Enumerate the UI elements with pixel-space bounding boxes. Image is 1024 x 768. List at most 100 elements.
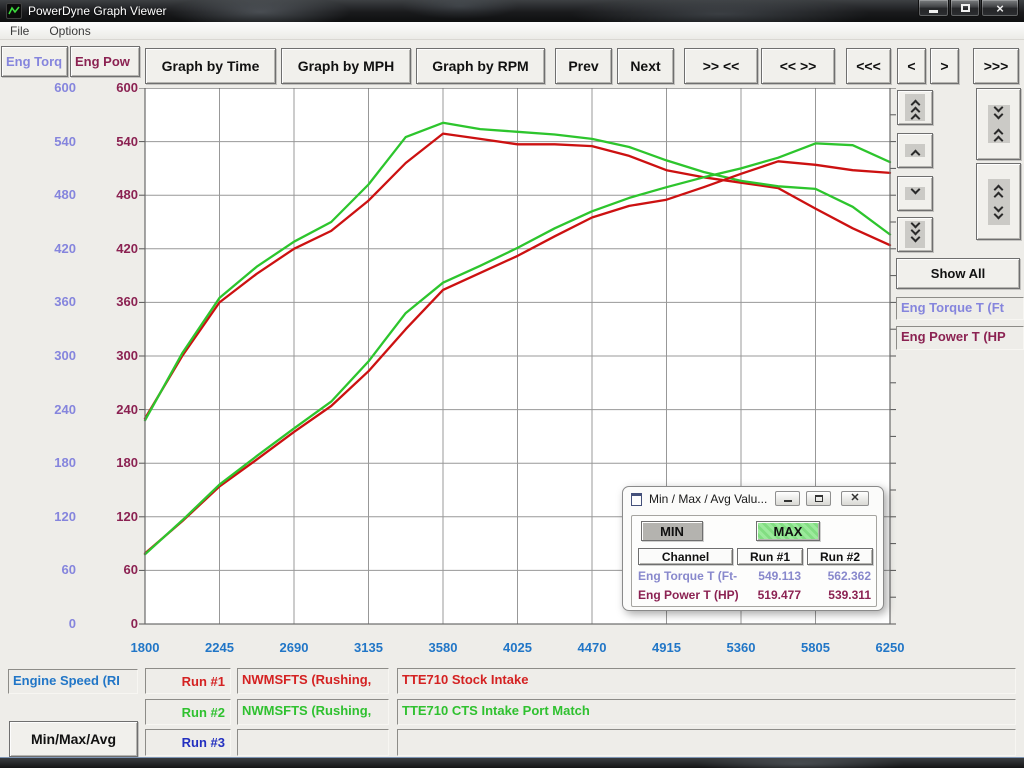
power-tick-label: 240 — [82, 402, 138, 418]
rpm-tick-label: 4915 — [652, 640, 681, 656]
rpm-tick-label: 4025 — [503, 640, 532, 656]
power-tick-label: 120 — [82, 509, 138, 525]
maximize-button[interactable] — [950, 0, 980, 17]
y-scale-down-button[interactable] — [897, 176, 933, 211]
power-tick-label: 360 — [82, 294, 138, 310]
x-channel-box[interactable]: Engine Speed (RI — [8, 669, 138, 694]
popup-power-run2-value: 539.311 — [805, 588, 871, 602]
rpm-tick-label: 5805 — [801, 640, 830, 656]
legend-power-channel[interactable]: Eng Power T (HP — [896, 326, 1024, 350]
y-axis-channel-power-button[interactable]: Eng Pow — [70, 46, 140, 77]
popup-title: Min / Max / Avg Valu... — [649, 492, 767, 506]
powerdyne-window: PowerDyne Graph Viewer × File Options En… — [0, 0, 1024, 768]
y-compress-button[interactable] — [976, 88, 1021, 160]
y-axis-channel-torque-button[interactable]: Eng Torq — [1, 46, 68, 77]
power-tick-label: 540 — [82, 134, 138, 150]
scroll-right-fast-button[interactable]: >>> — [973, 48, 1019, 84]
run1-label: Run #1 — [145, 668, 231, 694]
y-scale-up-button[interactable] — [897, 133, 933, 168]
power-tick-label: 0 — [82, 616, 138, 632]
minimize-button[interactable] — [918, 0, 949, 17]
legend-torque-text: Eng Torque T (Ft — [901, 300, 1004, 315]
legend-torque-channel[interactable]: Eng Torque T (Ft — [896, 297, 1024, 320]
graph-by-rpm-button[interactable]: Graph by RPM — [416, 48, 545, 84]
rpm-tick-label: 4470 — [578, 640, 607, 656]
popup-column-run2[interactable]: Run #2 — [807, 548, 873, 565]
rpm-tick-label: 3580 — [429, 640, 458, 656]
app-icon — [6, 3, 22, 19]
triple-chevron-up-icon — [905, 94, 925, 121]
torque-tick-label: 540 — [0, 134, 76, 150]
close-button[interactable]: × — [981, 0, 1019, 17]
torque-tick-label: 120 — [0, 509, 76, 525]
minmax-popup-window[interactable]: Min / Max / Avg Valu... ✕ MIN MAX Channe… — [622, 486, 884, 611]
minmaxavg-button[interactable]: Min/Max/Avg — [9, 721, 138, 757]
torque-tick-label: 300 — [0, 348, 76, 364]
title-bar[interactable]: PowerDyne Graph Viewer × — [0, 0, 1024, 22]
torque-tick-label: 240 — [0, 402, 76, 418]
x-channel-label: Engine Speed (RI — [13, 673, 120, 688]
menu-file[interactable]: File — [0, 24, 39, 38]
run2-comment-box[interactable]: NWMSFTS (Rushing, — [237, 699, 389, 725]
triple-chevron-down-icon — [905, 221, 925, 248]
power-tick-label: 300 — [82, 348, 138, 364]
run2-comment: NWMSFTS (Rushing, — [242, 703, 371, 718]
rpm-tick-label: 5360 — [727, 640, 756, 656]
run3-description-box[interactable] — [397, 729, 1016, 756]
window-title: PowerDyne Graph Viewer — [28, 4, 167, 18]
prev-button[interactable]: Prev — [555, 48, 612, 84]
run2-description-box[interactable]: TTE710 CTS Intake Port Match — [397, 699, 1016, 725]
show-all-button[interactable]: Show All — [896, 258, 1020, 289]
graph-by-time-button[interactable]: Graph by Time — [145, 48, 276, 84]
run3-label: Run #3 — [145, 729, 231, 756]
rpm-tick-label: 3135 — [354, 640, 383, 656]
zoom-in-x-button[interactable]: >> << — [684, 48, 758, 84]
popup-close-icon: ✕ — [850, 492, 859, 505]
window-bottom-border — [0, 757, 1024, 768]
power-tick-label: 600 — [82, 80, 138, 96]
zoom-out-x-button[interactable]: << >> — [761, 48, 835, 84]
torque-channel-label: Eng Torq — [6, 54, 62, 69]
run2-description: TTE710 CTS Intake Port Match — [402, 703, 590, 718]
close-icon: × — [996, 1, 1004, 16]
power-tick-label: 480 — [82, 187, 138, 203]
rpm-tick-label: 1800 — [131, 640, 160, 656]
popup-maximize-button[interactable] — [806, 491, 831, 506]
run2-label: Run #2 — [145, 699, 231, 725]
next-button[interactable]: Next — [617, 48, 674, 84]
popup-column-channel[interactable]: Channel — [638, 548, 733, 565]
torque-tick-label: 600 — [0, 80, 76, 96]
scroll-left-fast-button[interactable]: <<< — [846, 48, 891, 84]
expand-chevrons-icon — [988, 179, 1010, 225]
popup-torque-run1-value: 549.113 — [735, 569, 801, 583]
popup-close-button[interactable]: ✕ — [841, 491, 869, 506]
popup-power-run1-value: 519.477 — [735, 588, 801, 602]
maximize-icon — [961, 4, 970, 12]
run1-description: TTE710 Stock Intake — [402, 672, 528, 687]
y-expand-button[interactable] — [976, 163, 1021, 240]
max-toggle-button[interactable]: MAX — [756, 521, 820, 541]
popup-minimize-button[interactable] — [775, 491, 800, 506]
power-tick-label: 60 — [82, 562, 138, 578]
y-scale-down-fast-button[interactable] — [897, 217, 933, 252]
power-channel-label: Eng Pow — [75, 54, 130, 69]
scroll-left-button[interactable]: < — [897, 48, 926, 84]
chevron-down-icon — [905, 187, 925, 200]
rpm-tick-label: 2690 — [280, 640, 309, 656]
scroll-right-button[interactable]: > — [930, 48, 959, 84]
popup-column-run1[interactable]: Run #1 — [737, 548, 803, 565]
torque-tick-label: 180 — [0, 455, 76, 471]
run3-comment-box[interactable] — [237, 729, 389, 756]
run1-description-box[interactable]: TTE710 Stock Intake — [397, 668, 1016, 694]
chevron-up-icon — [905, 144, 925, 157]
y-scale-up-fast-button[interactable] — [897, 90, 933, 125]
menu-options[interactable]: Options — [39, 24, 100, 38]
legend-power-text: Eng Power T (HP — [901, 329, 1006, 344]
min-toggle-button[interactable]: MIN — [641, 521, 703, 541]
graph-by-mph-button[interactable]: Graph by MPH — [281, 48, 411, 84]
popup-row-torque-channel: Eng Torque T (Ft- — [638, 569, 738, 583]
torque-tick-label: 0 — [0, 616, 76, 632]
popup-maximize-icon — [815, 495, 823, 502]
torque-tick-label: 420 — [0, 241, 76, 257]
run1-comment-box[interactable]: NWMSFTS (Rushing, — [237, 668, 389, 694]
